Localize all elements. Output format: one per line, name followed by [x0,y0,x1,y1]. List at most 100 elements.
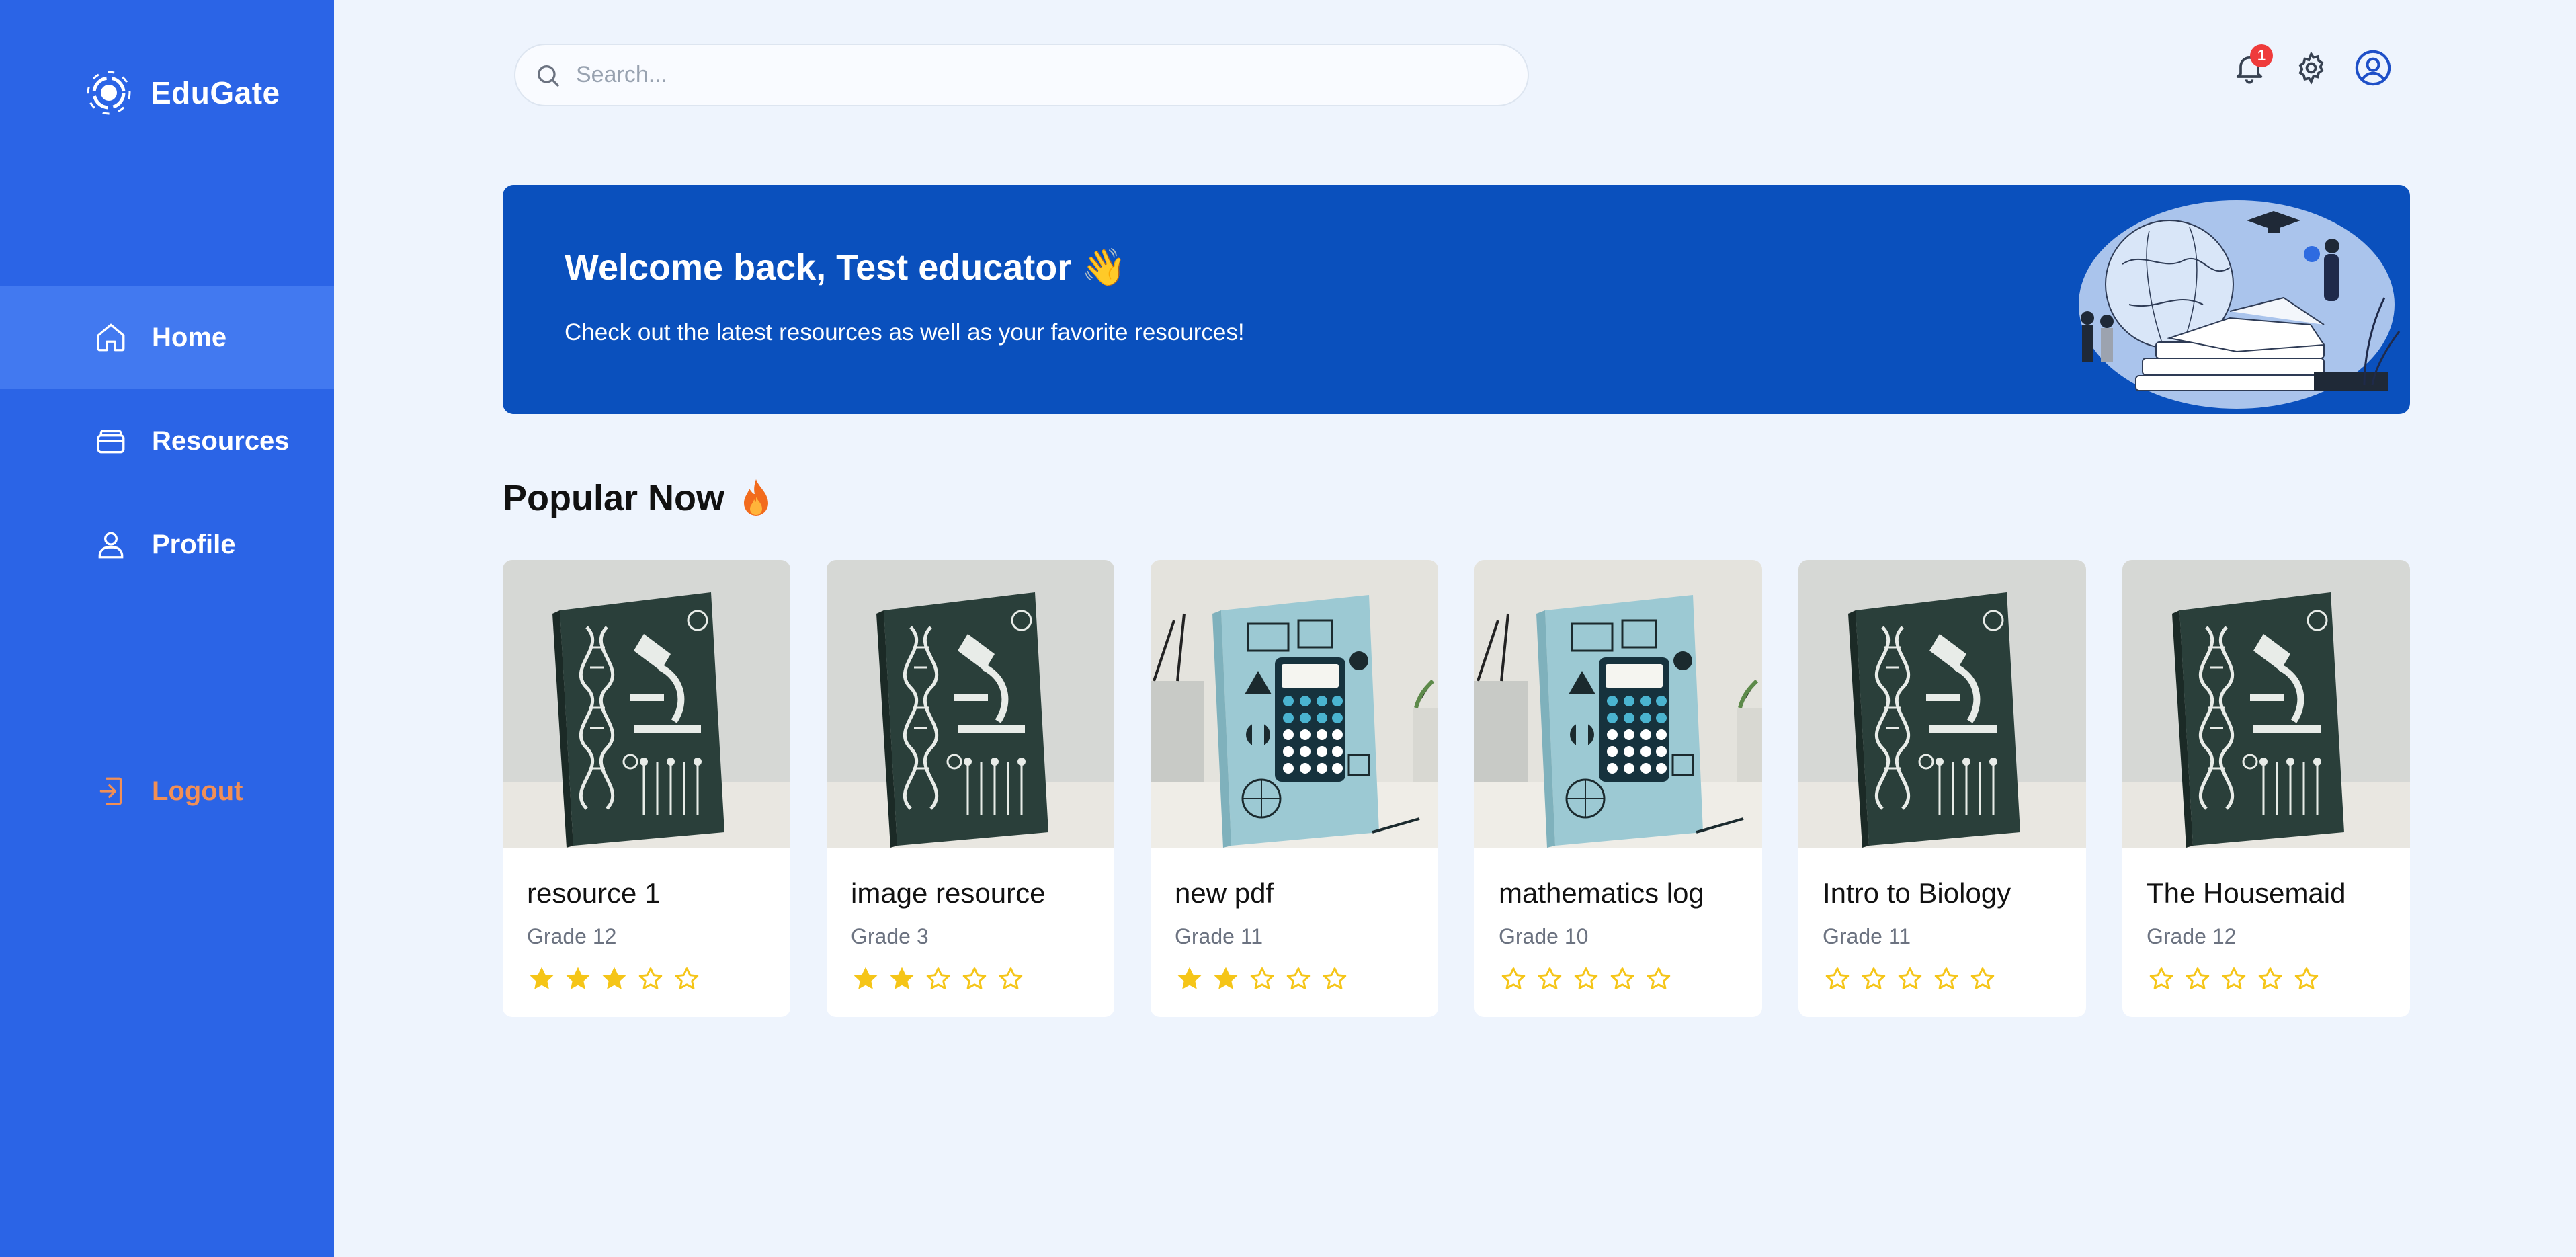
star-outline-icon [996,964,1026,994]
avatar[interactable] [2354,48,2393,87]
resource-cover-image [503,560,790,848]
star-outline-icon [2147,964,2176,994]
star-outline-icon [1895,964,1925,994]
star-rating [1175,964,1414,994]
resource-grade: Grade 11 [1823,924,1911,948]
star-outline-icon [2183,964,2212,994]
resource-card[interactable]: mathematics log Grade 10 [1474,560,1762,1017]
sidebar-item-label: Home [152,322,227,352]
star-filled-icon [851,964,880,994]
resource-grade: Grade 12 [2147,924,2237,948]
resource-title: resource 1 [527,877,661,909]
welcome-banner: Welcome back, Test educator 👋 Check out … [503,185,2410,414]
star-outline-icon [2292,964,2321,994]
banner-illustration [2079,200,2401,409]
header-actions: 1 [2230,44,2393,87]
star-outline-icon [1968,964,1997,994]
user-icon [98,532,124,559]
star-outline-icon [636,964,665,994]
resource-card[interactable]: new pdf Grade 11 [1151,560,1438,1017]
star-filled-icon [599,964,629,994]
banner-subtitle: Check out the latest resources as well a… [565,319,1245,346]
biology-book-cover [2122,560,2410,848]
home-icon [97,323,125,352]
resource-card-body: resource 1 Grade 12 [503,848,790,994]
star-outline-icon [923,964,953,994]
settings-button[interactable] [2292,48,2331,87]
star-outline-icon [1247,964,1277,994]
star-outline-icon [2255,964,2285,994]
popular-cards: resource 1 Grade 12 image resource Grade 3 n… [503,560,2410,1017]
sidebar-item-resources[interactable]: Resources [0,389,334,493]
sidebar-item-profile[interactable]: Profile [0,493,334,596]
resource-grade: Grade 10 [1499,924,1589,948]
fire-icon [744,479,769,516]
resource-card-body: mathematics log Grade 10 [1474,848,1762,994]
resource-title: The Housemaid [2147,877,2346,909]
biology-book-cover [827,560,1114,848]
resource-card-body: image resource Grade 3 [827,848,1114,994]
logo-icon [87,71,131,115]
star-outline-icon [1320,964,1349,994]
search-icon [538,65,559,87]
resource-card[interactable]: Intro to Biology Grade 11 [1798,560,2086,1017]
biology-book-cover [503,560,790,848]
star-rating [1823,964,2062,994]
resource-card[interactable]: image resource Grade 3 [827,560,1114,1017]
star-outline-icon [1535,964,1565,994]
resource-cover-image [827,560,1114,848]
star-filled-icon [563,964,593,994]
resource-cover-image [1151,560,1438,848]
star-filled-icon [887,964,917,994]
resource-title: mathematics log [1499,877,1704,909]
sidebar-item-home[interactable]: Home [0,286,334,389]
notifications-button[interactable]: 1 [2230,44,2273,87]
star-filled-icon [527,964,556,994]
sidebar: EduGate Home Resources Profile Logout [0,0,334,1257]
resource-card[interactable]: resource 1 Grade 12 [503,560,790,1017]
star-outline-icon [1499,964,1528,994]
star-outline-icon [1284,964,1313,994]
wave-icon: 👋 [1081,247,1127,288]
star-outline-icon [1931,964,1961,994]
resource-grade: Grade 11 [1175,924,1263,948]
mathematics-book-cover [1474,560,1762,848]
section-title-text: Popular Now [503,478,725,518]
sidebar-item-label: Resources [152,425,290,456]
resource-card-body: Intro to Biology Grade 11 [1798,848,2086,994]
star-outline-icon [1859,964,1888,994]
logout-label: Logout [152,776,243,806]
star-rating [527,964,766,994]
resource-card-body: new pdf Grade 11 [1151,848,1438,994]
star-rating [2147,964,2386,994]
brand-name: EduGate [151,75,280,110]
star-outline-icon [960,964,989,994]
brand[interactable]: EduGate [86,70,280,116]
notification-badge: 1 [2250,44,2273,67]
logout-icon [99,777,122,805]
resource-grade: Grade 3 [851,924,929,948]
resource-card[interactable]: The Housemaid Grade 12 [2122,560,2410,1017]
resource-card-body: The Housemaid Grade 12 [2122,848,2410,994]
star-rating [851,964,1090,994]
sidebar-nav: Home Resources Profile [0,286,334,596]
search-input[interactable] [576,62,1450,88]
logout-button[interactable]: Logout [0,739,334,843]
star-rating [1499,964,1738,994]
resource-cover-image [1798,560,2086,848]
resource-cover-image [2122,560,2410,848]
resource-title: image resource [851,877,1046,909]
mathematics-book-cover [1151,560,1438,848]
popular-section-title: Popular Now [503,477,773,519]
star-outline-icon [2219,964,2249,994]
search-bar[interactable] [514,44,1529,106]
resource-title: Intro to Biology [1823,877,2011,909]
star-filled-icon [1211,964,1241,994]
gear-icon [2298,51,2324,85]
user-circle-icon [2355,50,2391,86]
banner-title-text: Welcome back, Test educator [565,247,1072,288]
star-filled-icon [1175,964,1204,994]
resource-grade: Grade 12 [527,924,617,948]
biology-book-cover [1798,560,2086,848]
sidebar-item-label: Profile [152,529,236,559]
